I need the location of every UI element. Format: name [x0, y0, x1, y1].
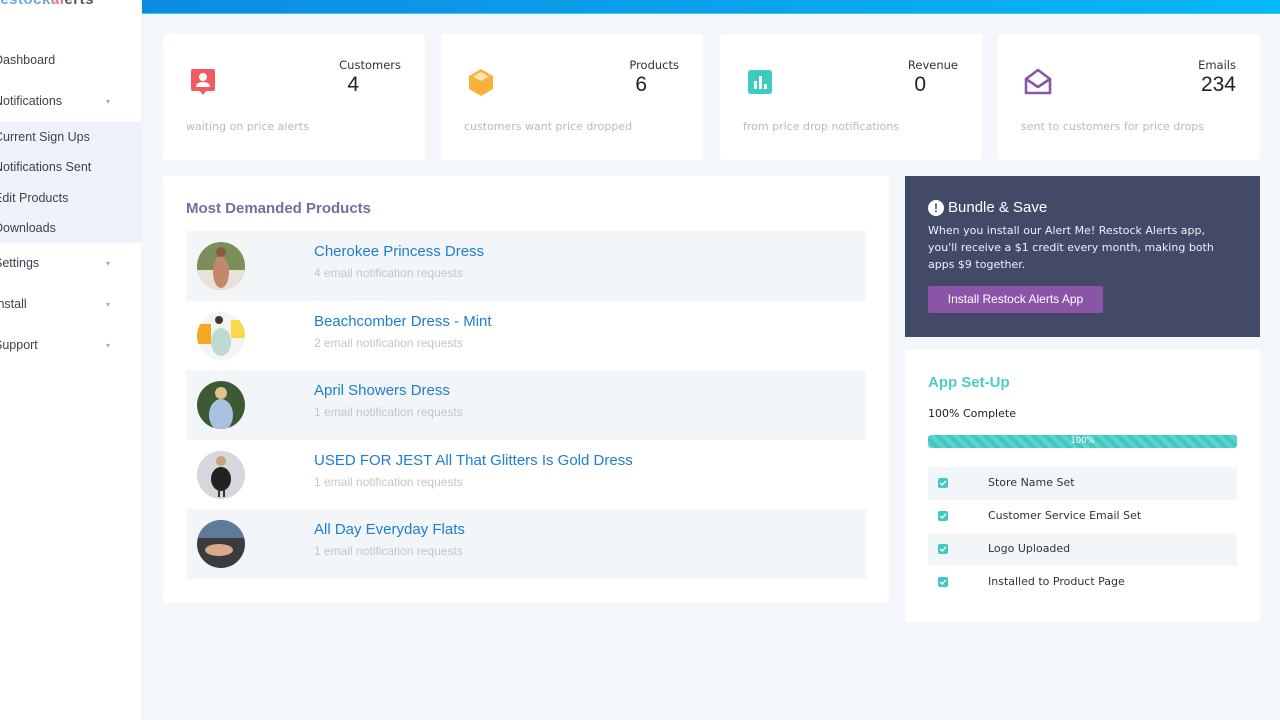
- chevron-down-icon: ▾: [106, 300, 111, 309]
- product-request-count: 1 email notification requests: [314, 544, 463, 559]
- panel-title: Most Demanded Products: [186, 200, 372, 217]
- sidebar-item-label: Install: [0, 297, 27, 311]
- product-name-link[interactable]: USED FOR JEST All That Glitters Is Gold …: [314, 452, 633, 469]
- stat-value: 6: [635, 73, 647, 96]
- checklist-item: Installed to Product Page: [928, 566, 1237, 599]
- checklist-label: Installed to Product Page: [988, 575, 1125, 588]
- product-name-link[interactable]: Beachcomber Dress - Mint: [314, 313, 492, 330]
- sidebar-item-settings[interactable]: Settings ▾: [0, 243, 142, 284]
- checkbox-checked-icon: [938, 478, 948, 488]
- product-thumbnail: [197, 520, 245, 569]
- bundle-description: When you install our Alert Me! Restock A…: [928, 224, 1214, 271]
- cube-icon: [467, 67, 495, 96]
- setup-progress-bar: 100%: [928, 435, 1237, 448]
- checkbox-checked-icon: [938, 577, 948, 587]
- stat-description: waiting on price alerts: [186, 120, 309, 133]
- chevron-down-icon: ▾: [106, 341, 111, 350]
- product-row[interactable]: April Showers Dress 1 email notification…: [186, 370, 866, 440]
- setup-checklist: Store Name Set Customer Service Email Se…: [928, 467, 1237, 599]
- stat-card-emails: Emails 234 sent to customers for price d…: [998, 34, 1260, 160]
- stat-value: 4: [347, 73, 359, 96]
- product-thumbnail: [197, 381, 245, 430]
- product-thumbnail: [197, 450, 245, 499]
- chevron-down-icon: ▾: [106, 97, 111, 106]
- envelope-open-icon: [1024, 67, 1052, 95]
- sidebar-item-edit-products[interactable]: Edit Products: [0, 183, 142, 213]
- product-row[interactable]: Beachcomber Dress - Mint 2 email notific…: [186, 301, 866, 371]
- stat-card-customers: Customers 4 waiting on price alerts: [163, 34, 425, 160]
- stat-description: sent to customers for price drops: [1021, 120, 1205, 133]
- product-list: Cherokee Princess Dress 4 email notifica…: [186, 231, 866, 579]
- most-demanded-products-panel: Most Demanded Products Cherokee Princess…: [163, 176, 889, 603]
- product-thumbnail: [197, 242, 245, 290]
- sidebar-item-dashboard[interactable]: Dashboard: [0, 40, 142, 81]
- sidebar-item-support[interactable]: Support ▾: [0, 325, 142, 366]
- stat-card-revenue: Revenue 0 from price drop notifications: [720, 34, 982, 160]
- product-row[interactable]: USED FOR JEST All That Glitters Is Gold …: [186, 440, 866, 510]
- logo-part: erts: [64, 0, 94, 8]
- sidebar-item-label: Notifications Sent: [0, 160, 92, 175]
- sidebar-item-current-sign-ups[interactable]: Current Sign Ups: [0, 122, 142, 152]
- sidebar-item-label: Dashboard: [0, 53, 56, 67]
- stat-title: Products: [629, 58, 679, 72]
- stat-title: Emails: [1198, 58, 1236, 72]
- sidebar-item-install[interactable]: Install ▾: [0, 284, 142, 325]
- sidebar-item-label: Support: [0, 338, 38, 352]
- product-request-count: 2 email notification requests: [314, 335, 463, 350]
- stat-description: customers want price dropped: [464, 120, 633, 133]
- notifications-submenu: Current Sign Ups Notifications Sent Edit…: [0, 122, 142, 243]
- sidebar-item-label: Settings: [0, 256, 40, 270]
- bundle-title-text: Bundle & Save: [948, 199, 1048, 216]
- product-name-link[interactable]: Cherokee Princess Dress: [314, 243, 484, 260]
- stat-card-products: Products 6 customers want price dropped: [441, 34, 703, 160]
- bar-chart-icon: [746, 67, 774, 95]
- checklist-label: Customer Service Email Set: [988, 509, 1142, 522]
- product-name-link[interactable]: All Day Everyday Flats: [314, 521, 465, 538]
- stat-value: 0: [914, 73, 926, 96]
- stat-description: from price drop notifications: [743, 120, 900, 133]
- logo-part: al: [51, 0, 65, 8]
- user-badge-icon: [189, 67, 217, 95]
- app-logo[interactable]: restockalerts: [0, 0, 94, 8]
- stat-value: 234: [1200, 73, 1236, 96]
- product-request-count: 1 email notification requests: [314, 474, 463, 489]
- stat-title: Customers: [339, 58, 401, 72]
- bundle-and-save-panel: ! Bundle & Save When you install our Ale…: [905, 176, 1260, 337]
- checkbox-checked-icon: [938, 544, 948, 554]
- sidebar: restockalerts Dashboard Notifications ▾ …: [0, 0, 142, 720]
- sidebar-item-notifications-sent[interactable]: Notifications Sent: [0, 152, 142, 182]
- bundle-title: ! Bundle & Save: [928, 199, 1047, 216]
- chevron-down-icon: ▾: [106, 259, 111, 268]
- sidebar-item-label: Current Sign Ups: [0, 130, 90, 144]
- product-request-count: 4 email notification requests: [314, 266, 463, 280]
- sidebar-item-label: Edit Products: [0, 190, 69, 205]
- install-restock-alerts-button[interactable]: Install Restock Alerts App: [928, 286, 1103, 313]
- sidebar-item-label: Notifications: [0, 94, 63, 108]
- product-thumbnail: [197, 311, 245, 360]
- logo-part: estock: [0, 0, 51, 8]
- sidebar-item-downloads[interactable]: Downloads: [0, 213, 142, 243]
- checklist-item: Logo Uploaded: [928, 533, 1237, 566]
- setup-title: App Set-Up: [928, 374, 1010, 391]
- product-row[interactable]: All Day Everyday Flats 1 email notificat…: [186, 509, 866, 579]
- stat-title: Revenue: [907, 58, 958, 72]
- setup-complete-label: 100% Complete: [928, 407, 1016, 420]
- setup-progress-fill: 100%: [928, 435, 1237, 448]
- sidebar-nav: Dashboard Notifications ▾ Current Sign U…: [0, 40, 142, 366]
- sidebar-item-label: Downloads: [0, 220, 56, 235]
- product-row[interactable]: Cherokee Princess Dress 4 email notifica…: [186, 231, 866, 301]
- checklist-item: Customer Service Email Set: [928, 500, 1237, 533]
- top-header-bar: [142, 0, 1280, 14]
- checklist-item: Store Name Set: [928, 467, 1237, 500]
- checklist-label: Logo Uploaded: [988, 542, 1071, 555]
- product-request-count: 1 email notification requests: [314, 405, 463, 420]
- app-setup-panel: App Set-Up 100% Complete 100% Store Name…: [905, 350, 1260, 622]
- checklist-label: Store Name Set: [988, 476, 1075, 489]
- checkbox-checked-icon: [938, 511, 948, 521]
- exclamation-icon: !: [928, 199, 944, 216]
- sidebar-item-notifications[interactable]: Notifications ▾: [0, 81, 142, 122]
- product-name-link[interactable]: April Showers Dress: [314, 382, 450, 399]
